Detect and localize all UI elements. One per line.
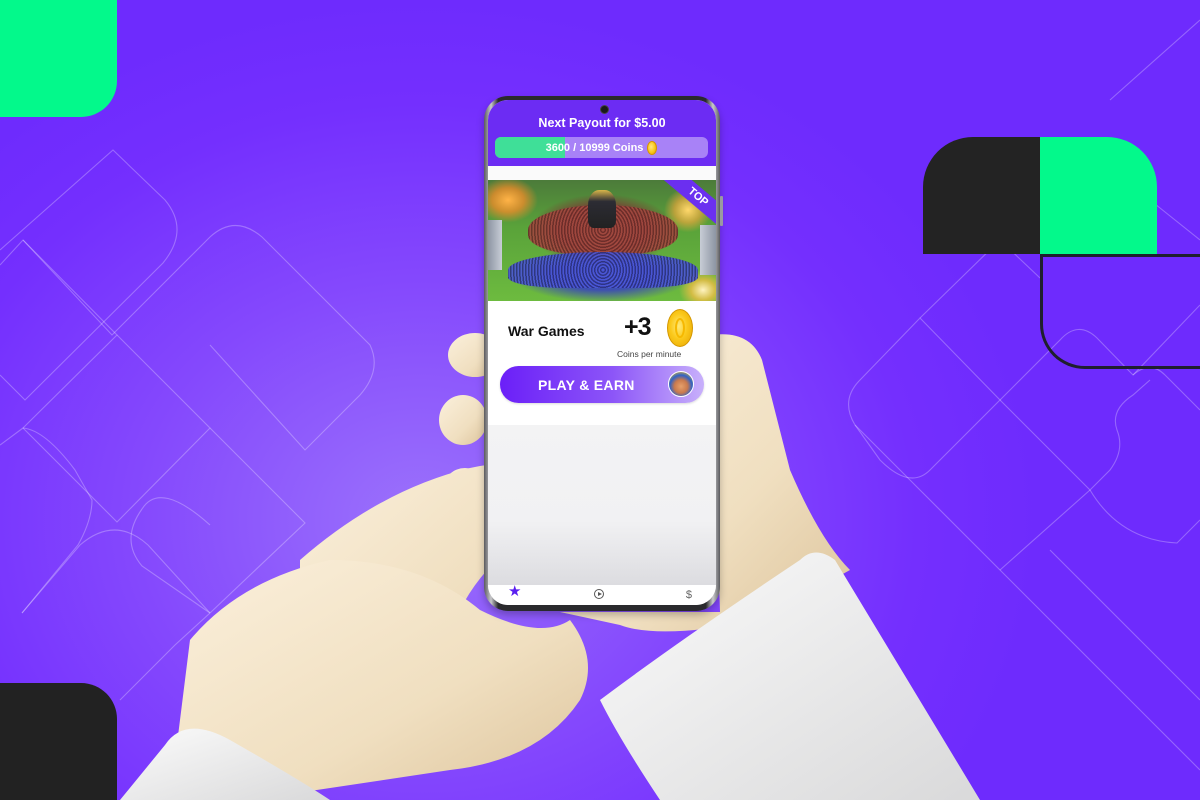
dollar-icon[interactable]: $ bbox=[686, 589, 692, 601]
play-circle-icon[interactable] bbox=[594, 589, 604, 599]
star-icon[interactable]: ★ bbox=[508, 584, 521, 599]
payout-progress-label: 3600 / 10999 Coins bbox=[545, 141, 644, 154]
coin-icon bbox=[647, 140, 658, 155]
bottom-navigation: ★ $ bbox=[488, 584, 716, 605]
game-banner-image[interactable]: TOP bbox=[488, 180, 716, 301]
play-and-earn-button[interactable]: PLAY & EARN bbox=[500, 366, 704, 403]
game-card: War Games +3 Coins per minute PLAY & EAR… bbox=[488, 301, 716, 425]
front-camera bbox=[600, 105, 609, 114]
next-payout-title: Next Payout for $5.00 bbox=[538, 116, 666, 130]
phone-screen: Next Payout for $5.00 3600 / 10999 Coins… bbox=[488, 100, 716, 605]
content-area bbox=[488, 425, 716, 585]
banner-tower-right bbox=[700, 225, 716, 275]
banner-hero bbox=[588, 190, 616, 228]
game-title: War Games bbox=[508, 323, 585, 339]
left-finger-2 bbox=[439, 395, 487, 445]
coin-icon bbox=[667, 309, 693, 347]
smartphone: Next Payout for $5.00 3600 / 10999 Coins… bbox=[484, 96, 723, 611]
play-and-earn-label: PLAY & EARN bbox=[538, 376, 635, 393]
payout-progress-bar: 3600 / 10999 Coins bbox=[495, 137, 708, 158]
banner-blue-army bbox=[508, 252, 698, 288]
game-avatar-icon bbox=[668, 371, 694, 397]
phone-side-button bbox=[720, 196, 723, 226]
header-divider bbox=[488, 166, 716, 180]
coin-reward-caption: Coins per minute bbox=[617, 349, 682, 359]
coin-reward-amount: +3 bbox=[624, 313, 651, 341]
banner-tower-left bbox=[488, 220, 502, 270]
